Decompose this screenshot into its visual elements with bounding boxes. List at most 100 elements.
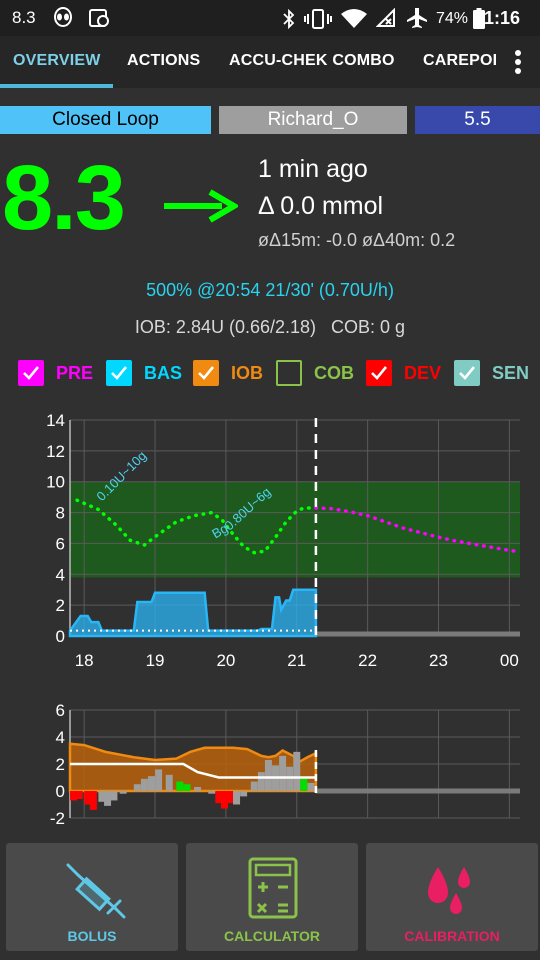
- deviation-bar: [165, 774, 173, 791]
- map-icon: [89, 9, 109, 27]
- check-icon: [111, 366, 128, 380]
- deviation-bar: [226, 791, 234, 804]
- y-tick-label: 0: [56, 782, 65, 801]
- battery-percent: 74%: [436, 10, 469, 27]
- deviation-bar: [257, 772, 265, 791]
- active-tab-indicator: [0, 84, 113, 88]
- bg-avg-delta: øΔ15m: -0.0 øΔ40m: 0.2: [258, 230, 456, 250]
- bg-time-ago: 1 min ago: [258, 155, 368, 183]
- y-tick-label: 12: [46, 442, 65, 461]
- profile-pill[interactable]: Richard_O: [219, 106, 407, 134]
- syringe-icon: [66, 863, 126, 919]
- iob-area: [68, 742, 318, 793]
- x-tick-label: 21: [287, 651, 306, 670]
- deviation-bar: [300, 778, 308, 791]
- bluetooth-icon: [283, 9, 295, 29]
- y-tick-label: 6: [56, 701, 65, 720]
- toggle-bas-checkbox[interactable]: [106, 360, 132, 386]
- tab-overview[interactable]: OVERVIEW: [13, 52, 101, 70]
- check-icon: [459, 366, 476, 380]
- deviation-bar: [293, 751, 301, 791]
- calibration-button-label: CALIBRATION: [404, 928, 500, 944]
- status-bg-badge: 8.3: [12, 8, 36, 27]
- toggle-cob-label[interactable]: COB: [314, 363, 354, 384]
- toggle-iob-checkbox[interactable]: [193, 360, 219, 386]
- check-icon: [23, 366, 40, 380]
- deviation-bar: [279, 755, 287, 791]
- y-tick-label: 8: [56, 504, 65, 523]
- target-range-band: [70, 481, 520, 578]
- toggle-sen-label[interactable]: SEN: [492, 363, 529, 384]
- tab-careportal[interactable]: CAREPOI: [423, 52, 496, 70]
- y-tick-label: 14: [46, 411, 65, 430]
- toggle-pre-checkbox[interactable]: [18, 360, 44, 386]
- arrow-right-icon: [164, 189, 238, 223]
- deviation-bar: [194, 786, 202, 791]
- y-tick-label: 2: [56, 755, 65, 774]
- deviation-bar: [119, 791, 127, 794]
- x-tick-label: 19: [146, 651, 165, 670]
- y-tick-label: -2: [50, 809, 65, 828]
- deviation-bar: [110, 791, 118, 801]
- deviation-bar: [240, 791, 248, 797]
- deviation-bar: [176, 781, 184, 791]
- toggle-iob-label[interactable]: IOB: [231, 363, 263, 384]
- bg-graph[interactable]: 0246810121418 19 20 21 22 23 000.10U~10gBg0.80…: [0, 400, 540, 680]
- check-icon: [198, 366, 215, 380]
- deviation-bar: [104, 791, 112, 806]
- status-bar: 8.3 74% 21:16: [0, 0, 540, 36]
- y-tick-label: 4: [56, 728, 65, 747]
- no-signal-icon: [376, 8, 395, 27]
- toggle-pre-label[interactable]: PRE: [56, 363, 93, 384]
- x-tick-label: 18: [75, 651, 94, 670]
- deviation-bar: [233, 791, 241, 805]
- bg-value: 8.3: [2, 147, 126, 249]
- bolus-button-label: BOLUS: [67, 928, 117, 944]
- deviation-bar: [133, 784, 141, 791]
- y-tick-label: 10: [46, 473, 65, 492]
- status-time: 21:16: [474, 8, 520, 29]
- alien-icon: [54, 7, 72, 27]
- calculator-button[interactable]: CALCULATOR: [186, 843, 358, 951]
- iob-cob-info: IOB: 2.84U (0.66/2.18) COB: 0 g: [134, 317, 406, 337]
- deviation-bar: [140, 778, 148, 791]
- more-vert-icon[interactable]: [508, 48, 528, 76]
- deviation-bar: [208, 791, 216, 794]
- y-tick-label: 4: [56, 565, 65, 584]
- x-tick-label: 22: [358, 651, 377, 670]
- toggle-dev-label[interactable]: DEV: [404, 363, 441, 384]
- status-time-text: 21:16: [474, 8, 521, 28]
- tab-bar: OVERVIEW ACTIONS ACCU-CHEK COMBO CAREPOI: [0, 36, 540, 88]
- y-tick-label: 6: [56, 534, 65, 553]
- tab-accu-chek-combo[interactable]: ACCU-CHEK COMBO: [229, 52, 395, 70]
- toggle-cob-checkbox[interactable]: [276, 360, 302, 386]
- calculator-button-label: CALCULATOR: [224, 928, 320, 944]
- check-icon: [371, 366, 388, 380]
- deviation-bar: [89, 791, 97, 810]
- blood-drops-icon: [428, 867, 470, 914]
- loop-mode-pill[interactable]: Closed Loop: [0, 106, 211, 134]
- toggle-dev-checkbox[interactable]: [366, 360, 392, 386]
- calculator-icon: [248, 857, 298, 919]
- deviation-bar: [264, 759, 272, 791]
- toggle-sen-checkbox[interactable]: [454, 360, 480, 386]
- wifi-icon: [341, 9, 367, 28]
- airplane-icon: [407, 8, 427, 28]
- deviation-bar: [147, 776, 155, 791]
- deviation-bar: [155, 769, 163, 791]
- target-pill[interactable]: 5.5: [415, 106, 540, 134]
- bolus-button[interactable]: BOLUS: [6, 843, 178, 951]
- toggle-bas-label[interactable]: BAS: [144, 363, 182, 384]
- deviation-bar: [183, 784, 191, 791]
- iob-deviation-graph[interactable]: 6 4 2 0 -2: [0, 696, 540, 830]
- deviation-bar: [307, 782, 315, 791]
- calibration-button[interactable]: CALIBRATION: [366, 843, 538, 951]
- vibrate-icon: [304, 9, 332, 29]
- deviation-bar: [75, 791, 83, 800]
- deviation-bar: [250, 781, 258, 791]
- y-tick-label: 0: [56, 627, 65, 646]
- y-tick-label: 2: [56, 596, 65, 615]
- x-tick-label: 20: [216, 651, 235, 670]
- basal-area: [68, 588, 318, 638]
- tab-actions[interactable]: ACTIONS: [127, 52, 200, 70]
